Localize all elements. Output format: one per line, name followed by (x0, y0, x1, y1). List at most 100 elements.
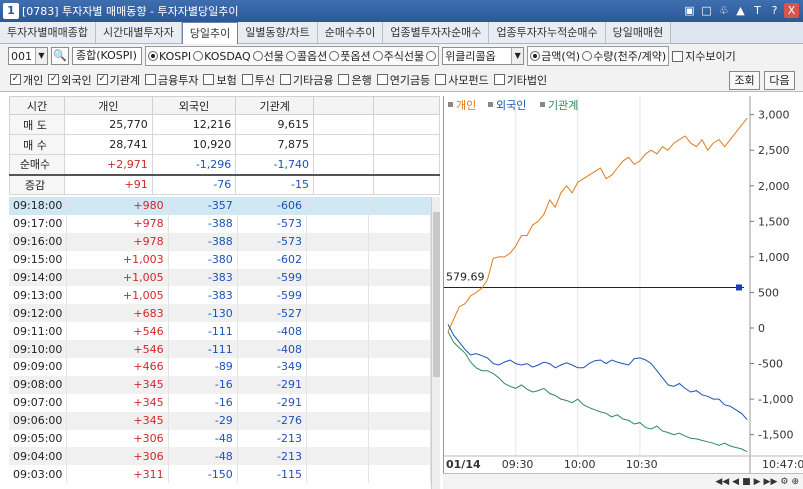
table-row[interactable]: 09:10:00 +546 -111 -408 (9, 340, 431, 359)
settings-icon[interactable]: ⚙ (780, 477, 788, 487)
check-bank[interactable]: 은행 (338, 72, 372, 88)
code-select[interactable]: 001 ▼ (8, 47, 48, 65)
radio-stock-futures[interactable]: 주식선물 (372, 48, 424, 64)
scroll-thumb[interactable] (433, 212, 440, 377)
up-icon[interactable]: ▲ (733, 3, 748, 18)
prev-icon[interactable]: ◀ (732, 477, 739, 487)
cell-time: 09:13:00 (9, 286, 68, 305)
check-insurance[interactable]: 보험 (203, 72, 237, 88)
table-row[interactable]: 09:08:00 +345 -16 -291 (9, 375, 431, 394)
radio-put-option[interactable]: 풋옵션 (329, 48, 371, 64)
clover-icon[interactable]: ♧ (716, 3, 731, 18)
table-row[interactable]: 09:13:00 +1,005 -383 -599 (9, 286, 431, 305)
check-private-fund[interactable]: 사모펀드 (435, 72, 489, 88)
search-icon[interactable]: 🔍 (51, 47, 69, 65)
table-row[interactable]: 09:09:00 +466 -89 -349 (9, 358, 431, 376)
table-row[interactable]: 09:17:00 +978 -388 -573 (9, 214, 431, 233)
check-investment-trust[interactable]: 투신 (241, 72, 275, 88)
table-row[interactable]: 09:07:00 +345 -16 -291 (9, 393, 431, 412)
radio-quantity[interactable]: 수량(천주/계약) (582, 48, 666, 64)
tab-daily-chart[interactable]: 일별동향/차트 (238, 22, 318, 43)
column-header: 기관계 (235, 96, 314, 115)
chevron-down-icon[interactable]: ▼ (35, 48, 47, 64)
checkbox-box (338, 74, 350, 85)
title-bar[interactable]: 1 [0783] 투자자별 매매동향 - 투자자별당일추이 ▣ □ ♧ ▲ T … (0, 0, 803, 22)
cell-individual: +311 (66, 465, 169, 484)
tab-time-investor[interactable]: 시간대별투자자 (95, 22, 182, 43)
table-row[interactable]: 09:12:00 +683 -130 -527 (9, 304, 431, 323)
trend-chart[interactable]: 3,000 2,500 2,000 1,500 1,000 500 0 -500 -1,000 -… (444, 96, 803, 473)
check-other-finance[interactable]: 기타금융 (279, 72, 333, 88)
close-icon[interactable]: X (784, 3, 799, 18)
tab-investor-summary[interactable]: 투자자별매매종합 (0, 22, 96, 43)
next-button[interactable]: 다음 (764, 71, 795, 90)
plot-area[interactable] (448, 96, 750, 456)
tab-sector-net-buy[interactable]: 업종별투자자순매수 (383, 22, 490, 43)
summary-row-buy: 매 수 28,741 10,920 7,875 (9, 134, 440, 155)
zoom-icon[interactable]: ⊕ (791, 477, 799, 487)
summary-table: 시간 개인 외국인 기관계 매 도 25,770 12,216 9,615 매 … (9, 96, 440, 195)
search-button[interactable]: 조회 (729, 71, 760, 90)
first-icon[interactable]: ◀◀ (715, 477, 729, 487)
tab-sector-cumulative[interactable]: 업종투자자누적순매수 (489, 22, 606, 43)
tab-daily-trading[interactable]: 당일매매현 (605, 22, 672, 43)
table-row[interactable]: 09:03:00 +311 -150 -115 (9, 465, 431, 484)
font-size-icon[interactable]: T (750, 3, 765, 18)
checkbox-box (672, 50, 684, 62)
stop-icon[interactable]: ■ (742, 477, 751, 487)
window-title: [0783] 투자자별 매매동향 - 투자자별당일추이 (22, 5, 239, 18)
cell-empty (368, 411, 431, 430)
check-financial-investment[interactable]: 금융투자 (145, 72, 198, 88)
radio-amount[interactable]: 금액(억) (530, 48, 580, 64)
cell-foreign: 10,920 (151, 134, 237, 155)
chevron-down-icon[interactable]: ▼ (511, 48, 524, 64)
next-icon[interactable]: ▶ (754, 477, 761, 487)
radio-call-option[interactable]: 콜옵션 (285, 48, 327, 64)
column-header: 시간 (9, 96, 65, 115)
table-row[interactable]: 09:05:00 +306 -48 -213 (9, 429, 431, 448)
check-individual[interactable]: ✓ 개인 (10, 72, 43, 88)
table-row[interactable]: 09:15:00 +1,003 -380 -602 (9, 250, 431, 269)
index-view-checkbox[interactable]: 지수보이기 (672, 48, 736, 64)
tab-net-buy-trend[interactable]: 순매수추이 (317, 22, 384, 43)
table-row[interactable]: 09:06:00 +345 -29 -276 (9, 411, 431, 430)
table-row[interactable]: 09:16:00 +978 -388 -573 (9, 232, 431, 251)
crosshair-handle[interactable] (736, 284, 742, 291)
radio-kospi[interactable]: KOSPI (148, 50, 191, 63)
cell-empty (368, 322, 431, 341)
check-other-corp[interactable]: 기타법인 (493, 72, 547, 88)
checkbox-box (279, 74, 291, 85)
y-tick-label: 500 (758, 286, 779, 299)
weekly-option-select[interactable]: 위클리콜옵 ▼ (442, 47, 525, 65)
cell-empty (306, 268, 369, 287)
cell-empty (313, 114, 374, 135)
check-foreign[interactable]: ✓ 외국인 (48, 72, 92, 88)
check-institution[interactable]: ✓ 기관계 (96, 72, 140, 88)
link-icon[interactable]: ▣ (682, 3, 697, 18)
chart-pane[interactable]: 3,000 2,500 2,000 1,500 1,000 500 0 -500 -1,000 -… (443, 96, 803, 489)
table-row[interactable]: 09:14:00 +1,005 -383 -599 (9, 268, 431, 287)
radio-futures[interactable]: 선물 (252, 48, 284, 64)
y-tick-label: 1,000 (758, 251, 790, 264)
checkbox-label: 외국인 (61, 73, 92, 87)
cell-empty (306, 286, 369, 305)
radio-weekly[interactable] (426, 51, 437, 61)
cell-empty (306, 250, 369, 269)
cell-empty (306, 214, 369, 233)
table-row[interactable]: 09:18:00 +980 -357 -606 (9, 197, 431, 215)
restore-icon[interactable]: □ (699, 3, 714, 18)
last-icon[interactable]: ▶▶ (764, 477, 778, 487)
date-label: 01/14 (446, 458, 481, 471)
radio-kosdaq[interactable]: KOSDAQ (193, 50, 251, 63)
market-name-field[interactable]: 종합(KOSPI) (72, 47, 142, 65)
help-icon[interactable]: ? (767, 3, 782, 18)
table-row[interactable]: 09:04:00 +306 -48 -213 (9, 447, 431, 466)
check-pension[interactable]: 연기금등 (376, 72, 430, 88)
tab-daily-trend[interactable]: 당일추이 (181, 22, 239, 44)
vertical-scrollbar[interactable] (431, 197, 440, 489)
legend-label: 기관계 (548, 99, 578, 112)
table-row[interactable]: 09:11:00 +546 -111 -408 (9, 322, 431, 341)
checkbox-box (376, 74, 388, 85)
window-number: 1 (3, 3, 19, 19)
cell-individual: +546 (66, 322, 169, 341)
